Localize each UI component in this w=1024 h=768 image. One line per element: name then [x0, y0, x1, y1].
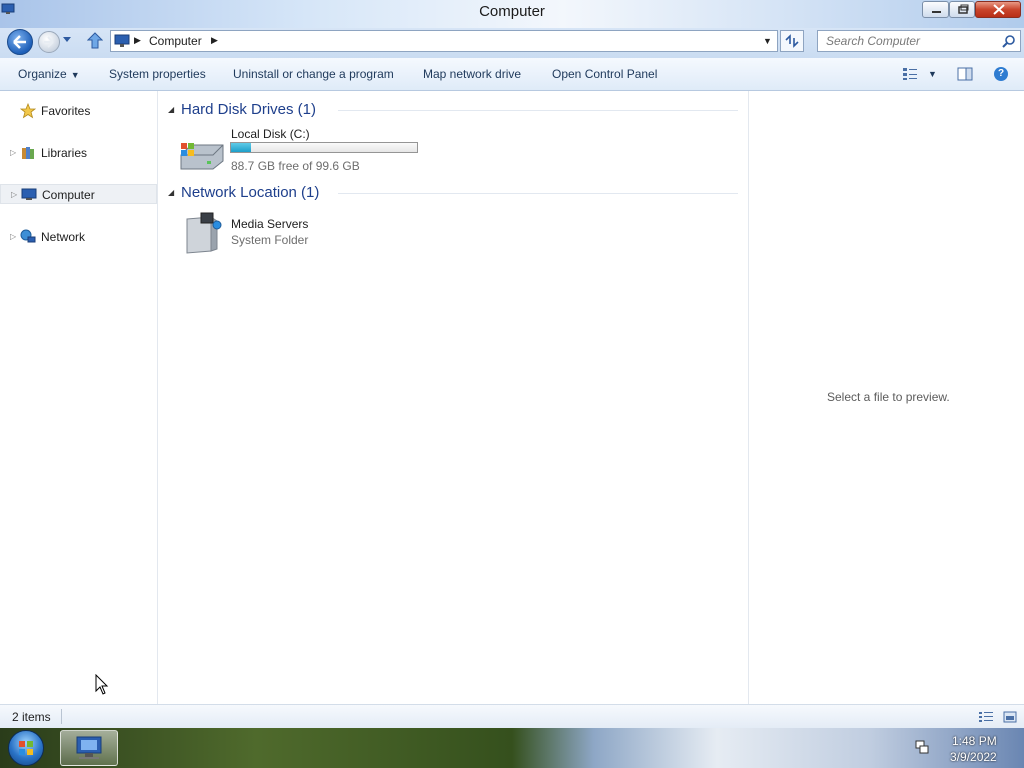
help-icon[interactable]: ?: [994, 67, 1008, 81]
organize-label: Organize: [18, 67, 67, 81]
restore-icon: [958, 4, 969, 14]
clock-date[interactable]: 3/9/2022: [950, 750, 997, 764]
expand-arrow-icon[interactable]: ▷: [10, 148, 16, 157]
sidebar-item-libraries[interactable]: ▷ Libraries: [0, 143, 157, 163]
group-divider: [338, 110, 738, 111]
taskbar-explorer-button[interactable]: [60, 730, 118, 766]
expand-arrow-icon[interactable]: ▷: [11, 190, 17, 199]
system-properties-button[interactable]: System properties: [109, 67, 206, 81]
address-bar[interactable]: ▶ Computer ▶ ▼: [110, 30, 778, 52]
content-pane: ◢ Hard Disk Drives (1) Local Disk (C:) 8…: [159, 91, 748, 704]
search-input[interactable]: Search Computer: [817, 30, 1021, 52]
computer-icon: [76, 736, 102, 759]
drive-name: Local Disk (C:): [231, 127, 310, 141]
network-icon: [20, 229, 36, 243]
computer-icon: [21, 188, 37, 200]
media-server-icon: [186, 212, 222, 254]
open-control-panel-button[interactable]: Open Control Panel: [552, 67, 657, 81]
navigation-pane: Favorites ▷ Libraries ▷ Computer ▷ Netwo…: [0, 91, 158, 704]
minimize-icon: [932, 11, 941, 13]
search-icon[interactable]: [1002, 34, 1016, 48]
navigation-bar: ▶ Computer ▶ ▼ Search Computer: [0, 28, 1024, 58]
star-icon: [20, 103, 36, 119]
preview-pane: Select a file to preview.: [748, 91, 1024, 704]
sidebar-item-label: Libraries: [41, 146, 88, 160]
hard-disk-icon: [180, 143, 224, 170]
network-item-type: System Folder: [231, 233, 309, 247]
libraries-icon: [22, 147, 34, 159]
group-title: Network Location (1): [181, 184, 320, 201]
back-arrow-icon: [13, 35, 26, 49]
window-title: Computer: [479, 3, 545, 20]
sidebar-item-favorites[interactable]: Favorites: [0, 101, 157, 121]
minimize-button[interactable]: [922, 1, 949, 18]
address-history-dropdown[interactable]: ▼: [763, 36, 772, 46]
back-button[interactable]: [7, 29, 33, 55]
refresh-icon: [785, 34, 799, 48]
network-item-media-servers[interactable]: Media Servers System Folder: [177, 212, 527, 267]
recent-pages-dropdown-icon[interactable]: [62, 36, 72, 44]
windows-logo-icon: [19, 741, 33, 755]
close-icon: [993, 4, 1005, 15]
breadcrumb-separator[interactable]: ▶: [134, 35, 141, 46]
breadcrumb-computer[interactable]: Computer: [149, 34, 202, 48]
forward-arrow-icon: [44, 36, 54, 48]
preview-pane-icon[interactable]: [957, 67, 973, 81]
uninstall-program-button[interactable]: Uninstall or change a program: [233, 67, 394, 81]
title-bar: Computer: [0, 0, 1024, 28]
clock-time[interactable]: 1:48 PM: [952, 734, 997, 748]
mouse-cursor-icon: [95, 674, 109, 695]
details-view-icon[interactable]: [978, 711, 994, 723]
sidebar-item-computer[interactable]: ▷ Computer: [0, 184, 157, 204]
large-icons-view-icon[interactable]: [1003, 711, 1017, 723]
chevron-down-icon: ▼: [70, 70, 80, 80]
expand-arrow-icon[interactable]: ▷: [10, 232, 16, 241]
organize-menu[interactable]: Organize ▼: [18, 67, 80, 81]
item-count: 2 items: [12, 710, 51, 724]
status-divider: [61, 709, 62, 724]
view-options-dropdown[interactable]: ▼: [928, 69, 937, 79]
change-view-icon[interactable]: [902, 67, 918, 81]
taskbar: 1:48 PM 3/9/2022: [0, 728, 1024, 768]
group-header-network-location[interactable]: ◢ Network Location (1): [168, 183, 740, 203]
collapse-arrow-icon[interactable]: ◢: [168, 188, 174, 197]
group-divider: [338, 193, 738, 194]
breadcrumb-separator[interactable]: ▶: [211, 35, 218, 46]
maximize-button[interactable]: [949, 1, 975, 18]
close-button[interactable]: [975, 1, 1021, 18]
network-status-icon[interactable]: [914, 739, 930, 755]
sidebar-item-label: Network: [41, 230, 86, 244]
sidebar-item-network[interactable]: ▷ Network: [0, 227, 157, 247]
drive-free-space: 88.7 GB free of 99.6 GB: [231, 159, 360, 173]
computer-icon: [114, 34, 130, 47]
status-bar: 2 items: [0, 704, 1024, 728]
preview-message: Select a file to preview.: [827, 390, 950, 404]
map-network-drive-button[interactable]: Map network drive: [423, 67, 521, 81]
group-header-hard-disk-drives[interactable]: ◢ Hard Disk Drives (1): [168, 100, 740, 120]
network-item-name: Media Servers: [231, 217, 309, 231]
drive-capacity-bar: [230, 142, 418, 153]
drive-item-local-disk[interactable]: Local Disk (C:) 88.7 GB free of 99.6 GB: [177, 127, 527, 177]
group-title: Hard Disk Drives (1): [181, 101, 317, 118]
sidebar-item-label: Favorites: [41, 104, 91, 118]
drive-capacity-fill: [231, 143, 252, 152]
start-button[interactable]: [8, 730, 44, 766]
up-folder-icon[interactable]: [87, 32, 103, 50]
refresh-button[interactable]: [780, 30, 804, 52]
collapse-arrow-icon[interactable]: ◢: [168, 105, 174, 114]
forward-button[interactable]: [38, 31, 60, 53]
sidebar-item-label: Computer: [42, 188, 95, 202]
search-placeholder: Search Computer: [826, 34, 921, 48]
command-bar: Organize ▼ System properties Uninstall or…: [0, 58, 1024, 91]
